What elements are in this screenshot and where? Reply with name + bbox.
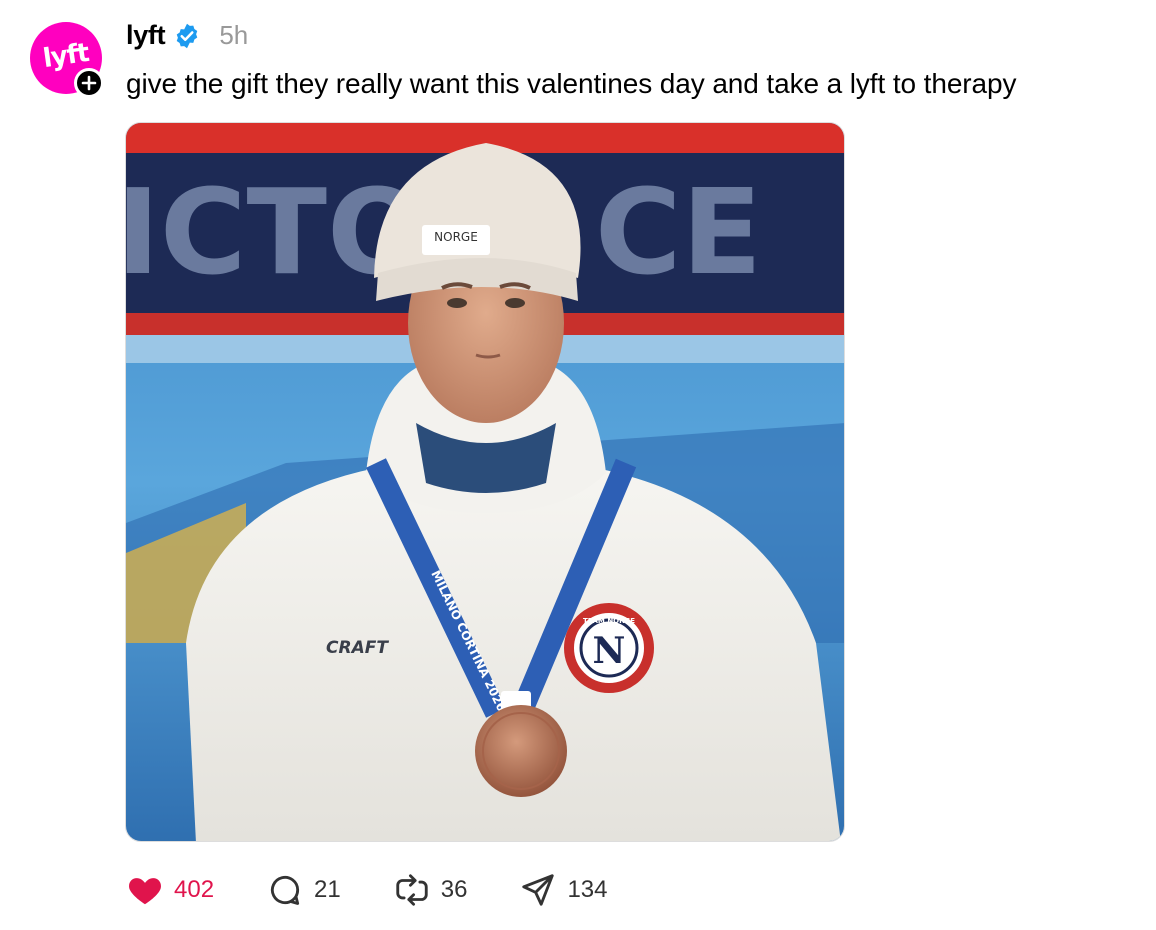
post-timestamp: 5h (219, 20, 249, 50)
send-icon (522, 874, 555, 906)
comment-button[interactable]: 21 (266, 871, 341, 909)
patch-letter: N (593, 630, 626, 672)
post-header: lyft 5h (126, 20, 248, 51)
share-count: 134 (567, 876, 608, 903)
repost-count: 36 (440, 876, 468, 903)
post-caption: give the gift they really want this vale… (126, 68, 1017, 99)
username[interactable]: lyft (126, 20, 166, 51)
post-actions: 402 21 36 134 (126, 868, 660, 912)
athlete-photo: ICTO Y CE NORGE MILANO CORTINA 2026 CRAF… (126, 123, 844, 841)
heart-icon (129, 878, 161, 905)
repost-icon (396, 874, 428, 906)
like-count: 402 (174, 876, 215, 903)
patch-text: TEAM NORGE (583, 617, 635, 625)
plus-icon (81, 75, 97, 91)
share-button[interactable]: 134 (519, 871, 608, 909)
hat-label: NORGE (434, 230, 478, 244)
verified-badge-icon (177, 23, 198, 48)
like-button[interactable]: 402 (126, 871, 214, 909)
comment-icon (271, 875, 300, 905)
author-avatar[interactable]: lyft (30, 22, 104, 98)
post-image[interactable]: ICTO Y CE NORGE MILANO CORTINA 2026 CRAF… (125, 122, 845, 842)
jacket-brand: CRAFT (326, 638, 389, 658)
comment-count: 21 (314, 876, 341, 903)
repost-button[interactable]: 36 (393, 871, 468, 909)
follow-button[interactable] (74, 68, 104, 98)
